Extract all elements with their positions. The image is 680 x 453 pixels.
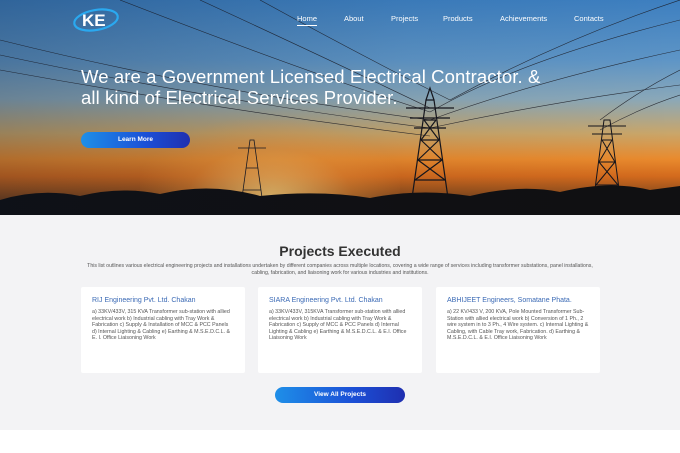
nav-products[interactable]: Products	[443, 14, 473, 23]
project-card-body: a) 33KV/433V, 315KVA Transformer sub-sta…	[269, 309, 407, 342]
project-card-rij[interactable]: RIJ Engineering Pvt. Ltd. Chakan a) 33KV…	[81, 287, 245, 373]
view-all-projects-button[interactable]: View All Projects	[275, 387, 405, 403]
learn-more-button[interactable]: Learn More	[81, 132, 190, 148]
hero-banner: KE Home About Projects Products Achievem…	[0, 0, 680, 215]
project-card-abhijeet[interactable]: ABHIJEET Engineers, Somatane Phata. a) 2…	[436, 287, 600, 373]
project-card-title: ABHIJEET Engineers, Somatane Phata.	[447, 297, 572, 304]
projects-description: This list outlines various electrical en…	[87, 263, 593, 276]
nav-about[interactable]: About	[344, 14, 364, 23]
projects-section: Projects Executed This list outlines var…	[0, 215, 680, 430]
project-card-title: SIARA Engineering Pvt. Ltd. Chakan	[269, 297, 383, 304]
nav-projects[interactable]: Projects	[391, 14, 418, 23]
nav-achievements[interactable]: Achievements	[500, 14, 547, 23]
company-logo[interactable]: KE	[72, 5, 120, 33]
nav-home[interactable]: Home	[297, 14, 318, 26]
project-card-siara[interactable]: SIARA Engineering Pvt. Ltd. Chakan a) 33…	[258, 287, 422, 373]
project-card-body: a) 33KV/433V, 315 KVA Transformer sub-st…	[92, 309, 231, 342]
page-bottom	[0, 430, 680, 453]
project-card-title: RIJ Engineering Pvt. Ltd. Chakan	[92, 297, 196, 304]
logo-text: KE	[82, 11, 106, 30]
nav-contacts[interactable]: Contacts	[574, 14, 604, 23]
project-card-body: a) 22 KV/433 V, 200 KVA, Pole Mounted Tr…	[447, 309, 589, 342]
hero-title: We are a Government Licensed Electrical …	[81, 66, 541, 108]
projects-title: Projects Executed	[279, 243, 401, 259]
